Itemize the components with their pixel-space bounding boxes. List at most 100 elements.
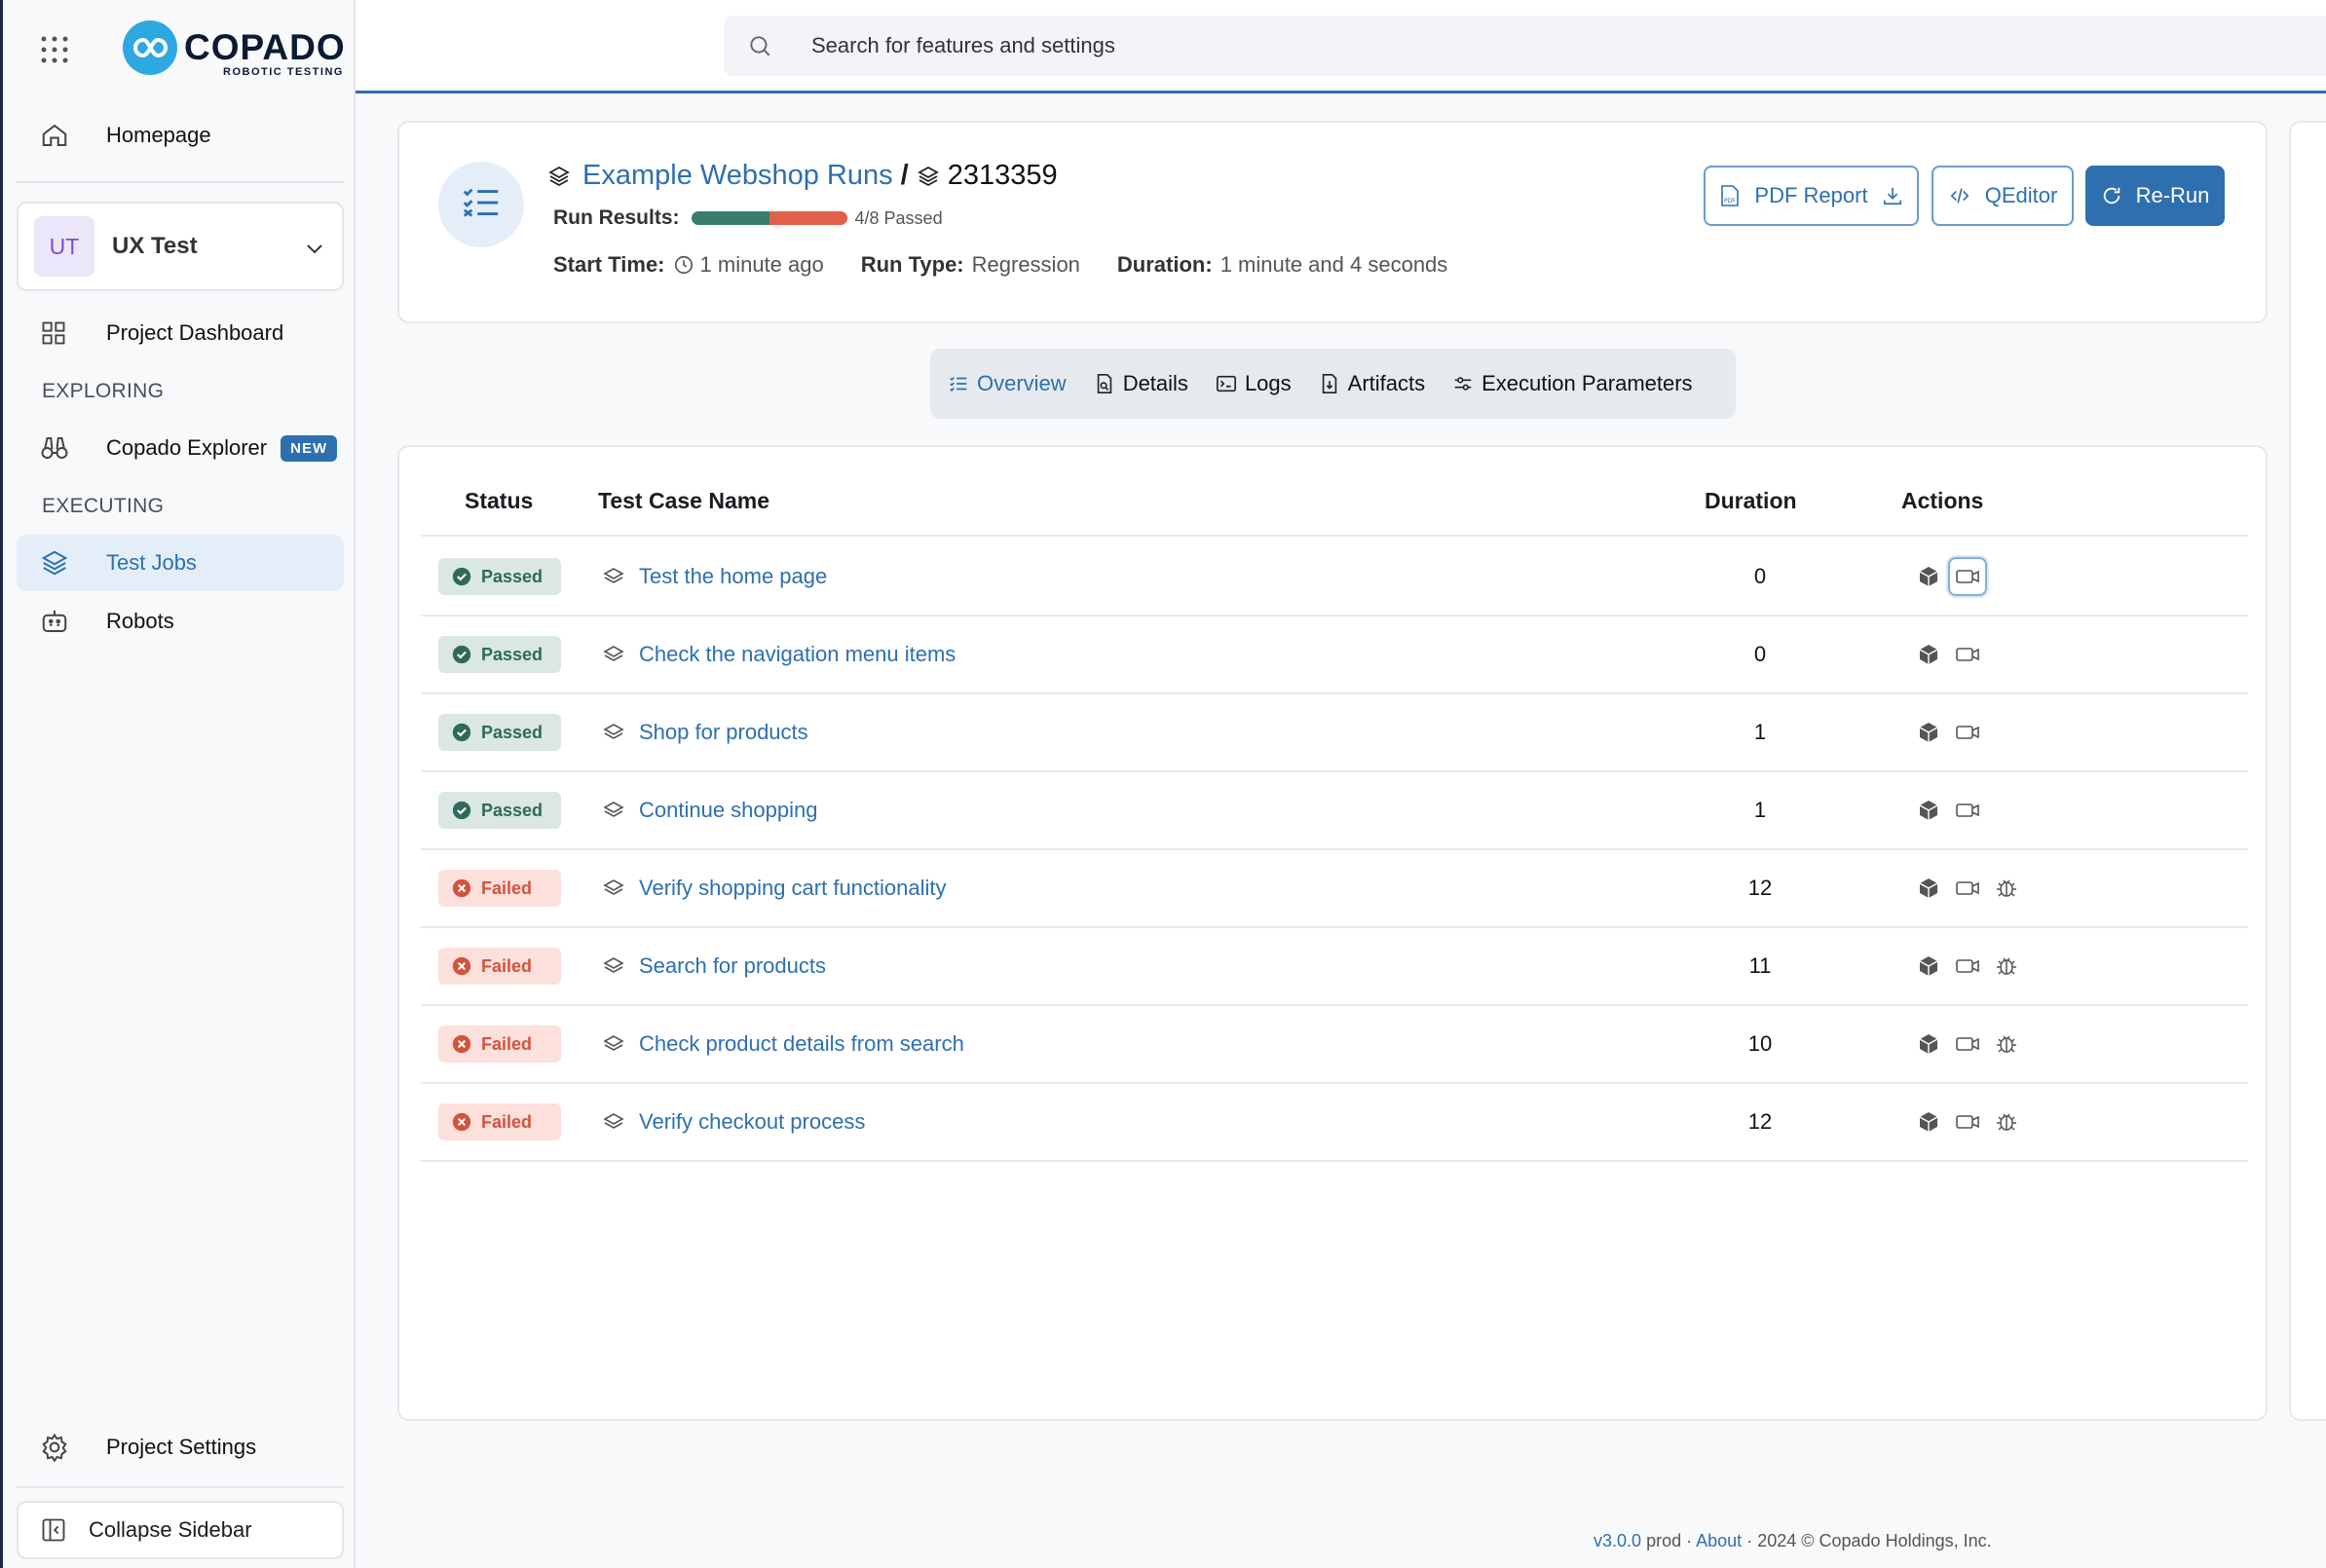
pdf-file-icon: PDF xyxy=(1719,184,1741,207)
bug-icon[interactable] xyxy=(1987,1025,2026,1064)
tab-execution-parameters[interactable]: Execution Parameters xyxy=(1452,371,1693,396)
divider xyxy=(17,1486,344,1488)
chevron-down-icon xyxy=(303,237,326,260)
refresh-icon xyxy=(2101,185,2122,206)
video-icon[interactable] xyxy=(1948,791,1987,830)
layers-icon xyxy=(602,954,625,978)
video-icon[interactable] xyxy=(1948,1102,1987,1141)
video-icon[interactable] xyxy=(1948,635,1987,674)
table-row: Failed Verify checkout process 12 xyxy=(421,1084,2248,1162)
row-actions xyxy=(1909,1084,2026,1160)
footer-about-link[interactable]: About xyxy=(1696,1531,1742,1550)
sidebar-item-robots[interactable]: Robots xyxy=(17,593,344,650)
test-case-name: Shop for products xyxy=(639,720,808,744)
sidebar-item-project-dashboard[interactable]: Project Dashboard xyxy=(17,305,344,361)
sidebar-item-label: Homepage xyxy=(106,123,211,147)
code-icon xyxy=(1948,185,1971,206)
download-icon xyxy=(1882,185,1903,206)
tab-logs[interactable]: Logs xyxy=(1216,371,1292,396)
test-case-duration: 12 xyxy=(1747,876,1773,900)
pdf-report-button[interactable]: PDF PDF Report xyxy=(1704,166,1919,226)
layers-icon xyxy=(602,799,625,822)
search-input[interactable] xyxy=(811,33,1980,58)
video-icon[interactable] xyxy=(1948,1025,1987,1064)
bug-icon[interactable] xyxy=(1987,869,2026,908)
x-circle-icon xyxy=(452,878,471,898)
layers-icon xyxy=(547,165,571,188)
test-case-link[interactable]: Continue shopping xyxy=(602,772,817,848)
video-icon[interactable] xyxy=(1948,713,1987,752)
test-case-link[interactable]: Verify checkout process xyxy=(602,1084,865,1160)
footer: v3.0.0 prod · About · 2024 © Copado Hold… xyxy=(1594,1531,1992,1551)
status-badge: Passed xyxy=(438,636,561,673)
footer-copyright: 2024 © Copado Holdings, Inc. xyxy=(1757,1531,1992,1550)
project-selector[interactable]: UT UX Test xyxy=(17,202,344,291)
table-row: Failed Verify shopping cart functionality… xyxy=(421,850,2248,928)
collapse-sidebar-button[interactable]: Collapse Sidebar xyxy=(17,1501,344,1559)
artifact-box-icon[interactable] xyxy=(1909,713,1948,752)
artifact-box-icon[interactable] xyxy=(1909,791,1948,830)
check-circle-icon xyxy=(452,567,471,586)
sidebar-item-label: Test Jobs xyxy=(106,550,197,575)
apps-grid-icon[interactable] xyxy=(40,35,69,64)
sidebar-item-label: Robots xyxy=(106,609,174,633)
layers-icon xyxy=(602,565,625,588)
sidebar-item-copado-explorer[interactable]: Copado Explorer NEW xyxy=(17,420,344,476)
run-results-label: Run Results: xyxy=(553,206,680,229)
rerun-button[interactable]: Re-Run xyxy=(2085,166,2225,226)
test-case-link[interactable]: Search for products xyxy=(602,928,826,1004)
table-row: Passed Continue shopping 1 xyxy=(421,772,2248,850)
start-time: Start Time: 1 minute ago xyxy=(553,252,824,278)
video-icon[interactable] xyxy=(1948,557,1987,596)
test-case-link[interactable]: Check product details from search xyxy=(602,1006,964,1082)
test-case-link[interactable]: Verify shopping cart functionality xyxy=(602,850,947,926)
passed-segment xyxy=(691,211,769,225)
tab-label: Execution Parameters xyxy=(1482,371,1693,395)
artifact-box-icon[interactable] xyxy=(1909,557,1948,596)
sidebar-item-homepage[interactable]: Homepage xyxy=(17,107,344,164)
sidebar-item-test-jobs[interactable]: Test Jobs xyxy=(17,535,344,591)
status-text: Passed xyxy=(481,644,544,664)
run-header-card: Example Webshop Runs / 2313359 Run Resul… xyxy=(397,121,2268,323)
artifact-box-icon[interactable] xyxy=(1909,1102,1948,1141)
duration: Duration: 1 minute and 4 seconds xyxy=(1117,252,1447,278)
video-icon[interactable] xyxy=(1948,947,1987,986)
tab-artifacts[interactable]: Artifacts xyxy=(1319,371,1425,396)
test-case-link[interactable]: Test the home page xyxy=(602,539,827,615)
test-case-name: Search for products xyxy=(639,953,826,978)
table-row: Failed Check product details from search 1… xyxy=(421,1006,2248,1084)
layers-icon xyxy=(602,1110,625,1134)
test-case-link[interactable]: Check the navigation menu items xyxy=(602,616,956,692)
status-text: Failed xyxy=(481,955,533,976)
qeditor-label: QEditor xyxy=(1984,183,2058,207)
search-bar[interactable] xyxy=(724,16,2326,76)
tab-details[interactable]: Details xyxy=(1094,371,1188,396)
collapse-sidebar-label: Collapse Sidebar xyxy=(89,1517,252,1542)
bug-icon[interactable] xyxy=(1987,947,2026,986)
sliders-icon xyxy=(1452,373,1474,394)
test-case-link[interactable]: Shop for products xyxy=(602,694,808,770)
breadcrumb-runs-link[interactable]: Example Webshop Runs xyxy=(582,160,893,192)
run-tabs: Overview Details Logs Artifacts Executio… xyxy=(930,349,1736,419)
status-text: Failed xyxy=(481,1033,533,1054)
row-actions xyxy=(1909,616,1987,692)
sidebar-item-label: Project Settings xyxy=(106,1435,257,1459)
status-badge: Failed xyxy=(438,948,561,985)
sidebar-item-project-settings[interactable]: Project Settings xyxy=(17,1419,344,1475)
test-case-name: Continue shopping xyxy=(639,798,818,822)
bug-icon[interactable] xyxy=(1987,1102,2026,1141)
footer-version[interactable]: v3.0.0 xyxy=(1594,1531,1641,1550)
video-icon[interactable] xyxy=(1948,869,1987,908)
svg-text:PDF: PDF xyxy=(1724,198,1736,205)
artifact-box-icon[interactable] xyxy=(1909,869,1948,908)
passed-count: 4/8 Passed xyxy=(854,207,943,228)
run-meta: Start Time: 1 minute ago Run Type: Regre… xyxy=(553,252,1484,278)
duration-label: Duration: xyxy=(1116,252,1213,277)
artifact-box-icon[interactable] xyxy=(1909,635,1948,674)
artifact-box-icon[interactable] xyxy=(1909,947,1948,986)
x-circle-icon xyxy=(452,1034,471,1054)
tab-overview[interactable]: Overview xyxy=(948,371,1067,396)
artifact-box-icon[interactable] xyxy=(1909,1025,1948,1064)
column-header-duration: Duration xyxy=(1705,488,1797,513)
qeditor-button[interactable]: QEditor xyxy=(1932,166,2074,226)
